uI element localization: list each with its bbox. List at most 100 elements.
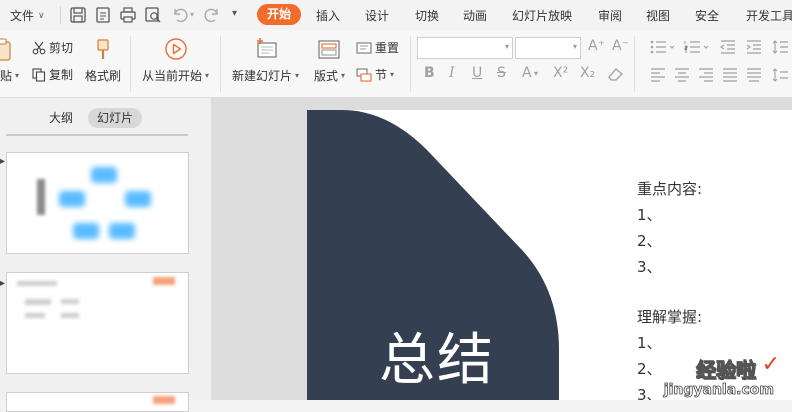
thumbnail-diagram-node: [73, 223, 99, 239]
slide-editing-canvas: 总结 重点内容: 1、 2、 3、 理解掌握: 1、 2、 3、 经验啦 ✓ j…: [212, 98, 792, 400]
layout-button[interactable]: 版式 ▾: [314, 67, 345, 84]
tab-home[interactable]: 开始: [257, 4, 302, 25]
underline-icon[interactable]: U: [472, 65, 482, 81]
undo-icon[interactable]: [170, 5, 190, 25]
tab-view[interactable]: 视图: [646, 7, 670, 24]
chevron-down-icon: ▾: [15, 71, 20, 80]
section-button[interactable]: 节 ▾: [356, 66, 394, 83]
tab-outline[interactable]: 大纲: [49, 108, 73, 128]
italic-icon[interactable]: I: [449, 65, 455, 81]
start-from-current-button[interactable]: 从当前开始 ▾: [142, 67, 209, 84]
numbered-list-icon[interactable]: [684, 40, 710, 54]
font-size-select[interactable]: ▾: [515, 37, 581, 59]
tab-security[interactable]: 安全: [695, 7, 719, 24]
export-pdf-icon[interactable]: [93, 5, 113, 25]
align-center-icon[interactable]: [674, 68, 690, 82]
key-content-item: 1、: [637, 206, 662, 224]
tab-developer[interactable]: 开发工具: [746, 7, 792, 24]
chevron-down-icon: ∨: [38, 10, 45, 21]
tab-review[interactable]: 审阅: [598, 7, 622, 24]
ribbon-divider: [220, 36, 221, 92]
align-right-icon[interactable]: [698, 68, 714, 82]
tab-design[interactable]: 设计: [365, 7, 389, 24]
tab-slideshow[interactable]: 幻灯片放映: [512, 7, 572, 24]
format-painter-label[interactable]: 格式刷: [85, 67, 121, 84]
layout-icon[interactable]: [317, 38, 341, 62]
file-menu[interactable]: 文件 ∨: [10, 7, 45, 24]
slide-thumbnail[interactable]: [6, 272, 189, 374]
watermark-url: jingyanla.com: [663, 382, 774, 399]
font-color-icon[interactable]: A: [522, 65, 532, 81]
thumbnail-diagram-node: [125, 191, 151, 207]
thumbnail-blurred-content: [25, 313, 45, 318]
paste-label: 贴: [0, 69, 13, 83]
chevron-down-icon: ▾: [341, 71, 346, 80]
print-icon[interactable]: [118, 5, 138, 25]
tab-transitions[interactable]: 切换: [415, 7, 439, 24]
new-slide-button[interactable]: 新建幻灯片 ▾: [232, 67, 299, 84]
thumbnail-blurred-content: [17, 281, 57, 286]
decrease-font-icon[interactable]: A⁻: [612, 38, 629, 54]
key-content-item: 2、: [637, 232, 662, 250]
copy-icon: [32, 67, 46, 82]
increase-indent-icon[interactable]: [746, 40, 762, 54]
undo-dropdown-icon[interactable]: ▾: [190, 10, 194, 19]
menu-divider: [60, 6, 61, 24]
copy-button[interactable]: 复制: [32, 66, 73, 83]
watermark-main-text: 经验啦: [696, 358, 757, 383]
superscript-icon[interactable]: X²: [553, 65, 568, 81]
justify-icon[interactable]: [722, 68, 738, 82]
customize-toolbar-icon[interactable]: ▾: [232, 8, 237, 19]
line-spacing-icon[interactable]: [772, 40, 788, 54]
play-icon[interactable]: [164, 37, 188, 61]
ribbon-divider: [634, 36, 635, 92]
section-icon: [356, 67, 372, 82]
bullet-list-icon[interactable]: [650, 40, 676, 54]
font-family-select[interactable]: ▾: [417, 37, 513, 59]
print-preview-icon[interactable]: [143, 5, 163, 25]
chevron-down-icon[interactable]: ▾: [534, 69, 538, 78]
scissors-icon: [32, 41, 46, 54]
chevron-down-icon: ▾: [572, 42, 577, 51]
checkmark-icon: ✓: [761, 352, 780, 377]
save-icon[interactable]: [68, 5, 88, 25]
new-slide-icon[interactable]: [255, 37, 279, 61]
distribute-icon[interactable]: [746, 68, 762, 82]
ribbon-divider: [410, 36, 411, 92]
new-slide-label: 新建幻灯片: [232, 69, 293, 83]
panel-tabs: 大纲 幻灯片: [0, 108, 212, 130]
start-from-current-label: 从当前开始: [142, 69, 203, 83]
paste-button[interactable]: 贴 ▾: [0, 67, 19, 84]
current-slide[interactable]: 总结 重点内容: 1、 2、 3、 理解掌握: 1、 2、 3、 经验啦 ✓ j…: [307, 110, 792, 400]
watermark: 经验啦 ✓ jingyanla.com: [634, 352, 784, 399]
bold-icon[interactable]: B: [424, 65, 435, 81]
tab-insert[interactable]: 插入: [316, 7, 340, 24]
chevron-down-icon: ▾: [390, 70, 395, 79]
cut-label: 剪切: [49, 41, 74, 55]
tab-slides[interactable]: 幻灯片: [88, 108, 143, 128]
reset-button[interactable]: 重置: [356, 39, 399, 56]
slide-number-marker: ▸: [0, 156, 6, 167]
reset-label: 重置: [375, 41, 400, 55]
strikethrough-icon[interactable]: S: [497, 65, 506, 81]
subscript-icon[interactable]: X₂: [580, 65, 595, 81]
file-menu-label: 文件: [10, 9, 35, 23]
decrease-indent-icon[interactable]: [720, 40, 736, 54]
format-painter-icon[interactable]: [92, 38, 114, 62]
slide-thumbnail[interactable]: [6, 152, 189, 254]
ribbon-divider: [130, 36, 131, 92]
thumbnail-blurred-content: [61, 313, 79, 318]
tab-animations[interactable]: 动画: [463, 7, 487, 24]
eraser-icon[interactable]: [607, 66, 625, 82]
panel-divider: [6, 134, 188, 136]
redo-icon[interactable]: [202, 5, 222, 25]
paste-icon[interactable]: [0, 38, 14, 62]
thumbnail-blurred-content: [25, 299, 51, 305]
text-direction-icon[interactable]: [772, 68, 788, 82]
cut-button[interactable]: 剪切: [32, 39, 73, 56]
align-left-icon[interactable]: [650, 68, 666, 82]
thumbnail-diagram-node: [59, 191, 85, 207]
slide-thumbnail[interactable]: [6, 392, 189, 412]
increase-font-icon[interactable]: A⁺: [588, 38, 605, 54]
copy-label: 复制: [49, 68, 74, 82]
